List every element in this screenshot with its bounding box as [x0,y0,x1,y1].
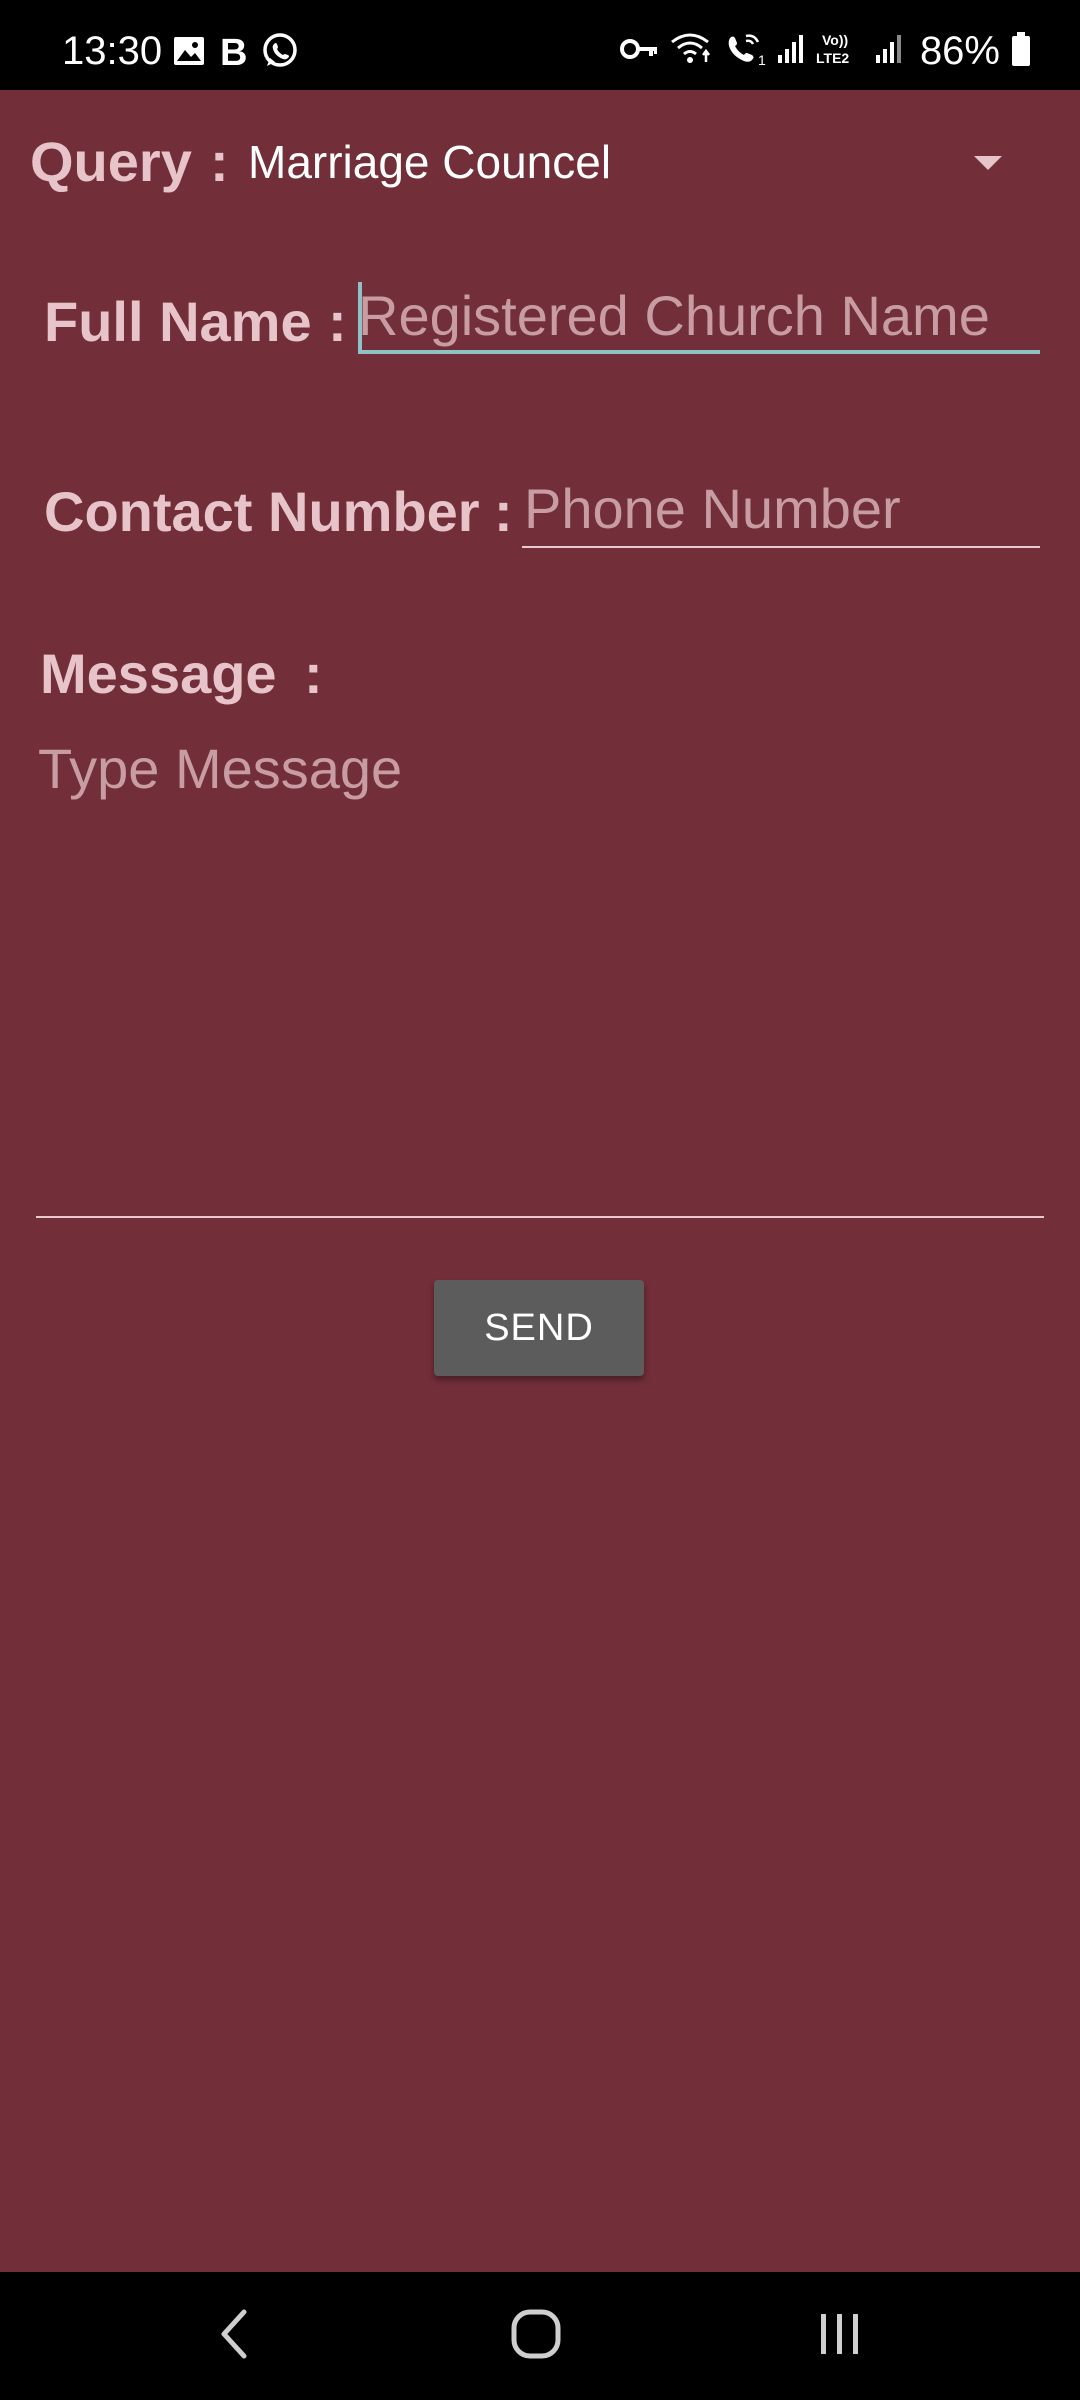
b-app-icon: B [220,32,248,74]
status-bar: 13:30 B 1 Vo)) LTE2 86% [0,0,1080,90]
whatsapp-icon [261,32,299,75]
back-button[interactable] [174,2296,294,2376]
phone-number-input[interactable] [522,470,1040,548]
back-icon [214,2306,254,2367]
full-name-input[interactable] [358,280,1040,354]
navigation-bar [0,2272,1080,2400]
svg-text:LTE2: LTE2 [816,50,849,66]
signal-icon [776,33,806,70]
wifi-icon [670,32,714,71]
signal-2-icon [874,33,904,70]
contact-number-label: Contact Number [44,480,480,543]
battery-percent: 86% [919,29,1000,73]
status-time: 13:30 [62,29,163,73]
message-label: Message [40,642,277,705]
full-name-colon: : [328,290,347,353]
system-status-icons: 1 Vo)) LTE2 86% [619,28,1032,74]
home-icon [508,2306,564,2367]
gallery-icon [172,34,206,73]
home-button[interactable] [476,2296,596,2376]
vpn-key-icon [619,34,660,69]
query-label: Query [30,130,192,193]
query-selected-value: Marriage Councel [248,136,612,188]
recents-button[interactable] [780,2296,900,2376]
text-cursor [358,282,362,350]
dropdown-arrow-icon[interactable] [974,156,1002,170]
volte-lte2-icon: Vo)) LTE2 [816,31,864,72]
message-input[interactable] [36,730,1044,1218]
query-colon: : [210,130,229,193]
battery-icon [1010,31,1032,72]
notification-icons: B [172,30,299,76]
svg-text:1: 1 [758,52,766,66]
svg-text:Vo)): Vo)) [822,32,848,48]
recents-icon [815,2310,865,2363]
wifi-calling-icon: 1 [724,32,766,71]
message-colon: : [304,642,323,705]
contact-number-colon: : [494,480,513,543]
send-button[interactable]: SEND [434,1280,644,1376]
contact-form: Query : Marriage Councel Full Name : Con… [0,90,1080,2272]
full-name-label: Full Name [44,290,312,353]
